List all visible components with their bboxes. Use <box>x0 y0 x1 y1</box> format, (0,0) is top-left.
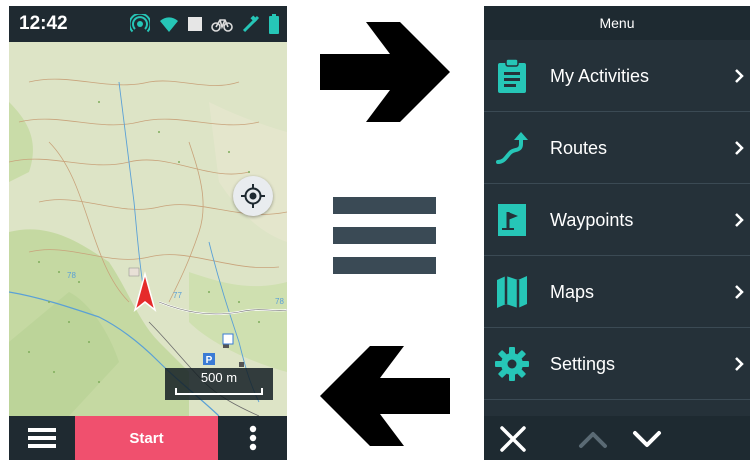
menu-item-label: Maps <box>550 282 595 302</box>
waypoint-flag-icon <box>494 202 530 238</box>
chevron-right-icon <box>734 68 744 89</box>
menu-item-my-activities[interactable]: My Activities <box>484 40 750 112</box>
map-background: P 78 77 78 <box>9 42 287 416</box>
arrow-right-icon <box>320 22 450 127</box>
status-bar: 12:42 <box>9 6 287 42</box>
menu-list: My Activities Routes Waypoints Maps Sett… <box>484 40 750 400</box>
map-label: 78 <box>67 271 76 280</box>
scale-indicator: 500 m <box>165 368 273 400</box>
close-button[interactable] <box>498 424 528 454</box>
map-label: 77 <box>173 291 182 300</box>
menu-item-label: Waypoints <box>550 210 634 230</box>
menu-screen: Menu My Activities Routes Waypoints Maps… <box>484 6 750 460</box>
menu-item-settings[interactable]: Settings <box>484 328 750 400</box>
chevron-right-icon <box>734 212 744 233</box>
topographic-map[interactable]: P 78 77 78 500 m <box>9 42 287 416</box>
scale-bar <box>175 388 263 395</box>
status-icons <box>130 14 279 34</box>
menu-item-maps[interactable]: Maps <box>484 256 750 328</box>
status-time: 12:42 <box>19 13 68 34</box>
menu-button[interactable] <box>9 416 75 460</box>
hamburger-icon <box>333 197 436 287</box>
scroll-down-button[interactable] <box>632 428 662 450</box>
battery-icon <box>269 14 279 34</box>
menu-item-waypoints[interactable]: Waypoints <box>484 184 750 256</box>
chevron-down-icon <box>633 431 661 447</box>
crosshair-icon <box>241 184 265 208</box>
clipboard-icon <box>494 58 530 94</box>
wifi-icon <box>159 15 179 33</box>
map-label: 78 <box>275 297 284 306</box>
svg-text:P: P <box>206 355 213 366</box>
menu-item-label: My Activities <box>550 66 650 86</box>
start-button[interactable]: Start <box>75 416 218 460</box>
square-icon <box>188 17 202 31</box>
route-icon <box>494 130 530 166</box>
menu-footer <box>484 416 750 460</box>
menu-item-routes[interactable]: Routes <box>484 112 750 184</box>
map-icon <box>494 274 530 310</box>
more-vertical-icon <box>249 425 256 451</box>
map-screen: 12:42 P 78 77 78 500 m Start <box>9 6 287 460</box>
scale-label: 500 m <box>200 370 238 385</box>
chevron-up-icon <box>579 432 607 448</box>
chevron-right-icon <box>734 140 744 161</box>
menu-item-label: Settings <box>550 354 616 374</box>
bike-icon <box>211 16 233 32</box>
gps-signal-icon <box>130 14 150 34</box>
gear-icon <box>494 346 530 382</box>
menu-title: Menu <box>484 6 750 40</box>
close-icon <box>500 426 526 452</box>
arrow-left-icon <box>320 346 450 451</box>
more-button[interactable] <box>218 416 287 460</box>
menu-item-label: Routes <box>550 138 608 158</box>
locate-button[interactable] <box>233 176 273 216</box>
hamburger-icon <box>28 428 56 448</box>
scroll-up-button[interactable] <box>578 428 608 450</box>
satellite-icon <box>242 15 260 33</box>
bottom-bar: Start <box>9 416 287 460</box>
chevron-right-icon <box>734 284 744 305</box>
chevron-right-icon <box>734 356 744 377</box>
